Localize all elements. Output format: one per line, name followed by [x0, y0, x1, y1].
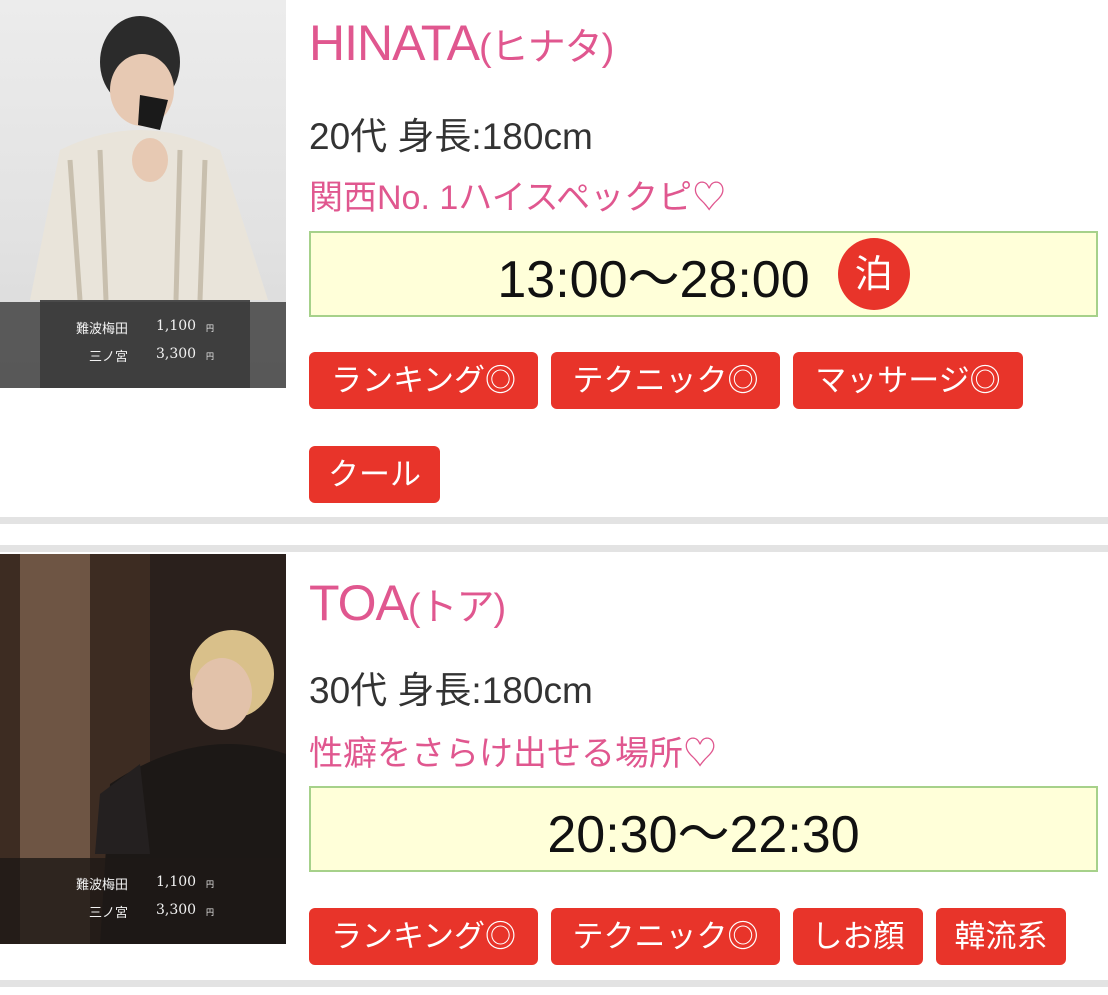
price-area: 難波梅田: [75, 322, 128, 337]
price-row: 三ノ宮 3,300 円: [0, 902, 286, 926]
price-row: 難波梅田 1,100 円: [0, 318, 286, 342]
cast-name[interactable]: HINATA(ヒナタ): [309, 14, 614, 72]
price-area: 難波梅田: [75, 878, 128, 893]
cast-card-hinata[interactable]: 難波梅田 1,100 円 三ノ宮 3,300 円 HINATA(ヒナタ) 20代…: [0, 0, 1108, 520]
price-unit: 円: [206, 352, 214, 361]
price-area: 三ノ宮: [88, 350, 128, 365]
price-amount: 1,100: [156, 874, 197, 890]
price-area: 三ノ宮: [88, 906, 128, 921]
cast-name[interactable]: TOA(トア): [309, 574, 506, 632]
price-amount: 1,100: [156, 318, 197, 334]
tag[interactable]: ランキング◎: [309, 908, 538, 965]
cast-name-kana: (トア): [407, 587, 506, 629]
divider: [0, 980, 1108, 987]
tag[interactable]: テクニック◎: [551, 352, 780, 409]
price-unit: 円: [206, 908, 214, 917]
cast-age-height: 30代 身長:180cm: [309, 670, 593, 711]
cast-photo[interactable]: 難波梅田 1,100 円 三ノ宮 3,300 円: [0, 0, 286, 388]
hours-time: 13:00〜28:00: [497, 250, 810, 309]
stay-badge: 泊: [837, 238, 910, 310]
hours-time: 20:30〜22:30: [547, 805, 860, 864]
price-band: 難波梅田 1,100 円 三ノ宮 3,300 円: [0, 858, 286, 944]
price-amount: 3,300: [156, 902, 197, 918]
tag[interactable]: ランキング◎: [309, 352, 538, 409]
price-row: 難波梅田 1,100 円: [0, 874, 286, 898]
price-unit: 円: [206, 880, 214, 889]
tag[interactable]: 韓流系: [936, 908, 1066, 965]
cast-hours: 20:30〜22:30: [309, 786, 1098, 872]
cast-name-kana: (ヒナタ): [478, 27, 614, 69]
price-band: 難波梅田 1,100 円 三ノ宮 3,300 円: [0, 302, 286, 388]
tag[interactable]: クール: [309, 446, 440, 503]
divider: [0, 517, 1108, 524]
cast-name-roman: TOA: [309, 575, 409, 631]
cast-photo[interactable]: 難波梅田 1,100 円 三ノ宮 3,300 円: [0, 554, 286, 944]
divider: [0, 545, 1108, 552]
tag[interactable]: マッサージ◎: [793, 352, 1023, 409]
cast-catch-copy: 関西No. 1ハイスペックピ♡: [309, 179, 727, 217]
cast-hours: 13:00〜28:00 泊: [309, 231, 1098, 317]
price-row: 三ノ宮 3,300 円: [0, 346, 286, 370]
cast-catch-copy: 性癖をさらけ出せる場所♡: [309, 735, 717, 773]
tag[interactable]: しお顔: [793, 908, 923, 965]
tag[interactable]: テクニック◎: [551, 908, 780, 965]
price-unit: 円: [206, 324, 214, 333]
cast-age-height: 20代 身長:180cm: [309, 116, 593, 157]
cast-name-roman: HINATA: [309, 15, 480, 71]
cast-card-toa[interactable]: 難波梅田 1,100 円 三ノ宮 3,300 円 TOA(トア) 30代 身長:…: [0, 552, 1108, 982]
price-amount: 3,300: [156, 346, 197, 362]
